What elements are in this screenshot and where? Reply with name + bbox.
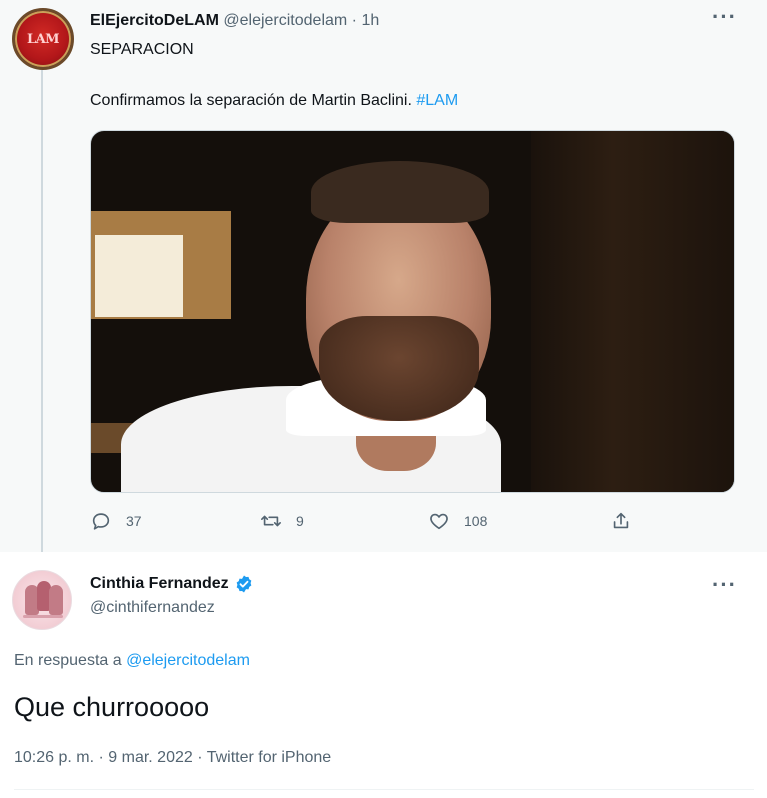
avatar-figure <box>49 585 63 615</box>
verified-badge-icon <box>236 575 252 593</box>
author-name[interactable]: Cinthia Fernandez <box>90 575 229 593</box>
header-separator: · <box>347 12 362 29</box>
like-count: 108 <box>464 513 488 529</box>
photo-person-beard <box>319 316 479 421</box>
author-name-row: Cinthia Fernandez <box>90 574 254 594</box>
tweet-timestamp[interactable]: 10:26 p. m. · 9 mar. 2022 · Twitter for … <box>14 749 331 767</box>
reply-tweet[interactable]: Cinthia Fernandez @cinthifernandez ··· E… <box>0 552 767 798</box>
parent-tweet[interactable]: LAM ElEjercitoDeLAM @elejercitodelam · 1… <box>0 0 767 570</box>
reply-context: En respuesta a @elejercitodelam <box>14 652 250 670</box>
reply-to-link[interactable]: @elejercitodelam <box>126 652 250 669</box>
tweet-actions-bar: 37 9 108 <box>90 510 650 538</box>
divider <box>14 789 754 790</box>
tweet-heading: SEPARACION <box>90 41 194 58</box>
heart-icon <box>430 513 448 530</box>
hashtag-link[interactable]: #LAM <box>416 92 458 109</box>
tweet-photo[interactable] <box>90 130 735 493</box>
tweet-body-text: Confirmamos la separación de Martin Bacl… <box>90 92 417 109</box>
photo-person-hair <box>311 161 489 223</box>
photo-background-lightbox <box>95 235 183 317</box>
author-name[interactable]: ElEjercitoDeLAM <box>90 12 219 29</box>
tweet-text: Confirmamos la separación de Martin Bacl… <box>90 92 458 110</box>
share-button[interactable] <box>610 510 646 532</box>
avatar-elejercitodelam[interactable]: LAM <box>12 8 74 70</box>
more-options-icon[interactable]: ··· <box>712 574 737 596</box>
reply-icon <box>92 513 110 530</box>
thread-connector-line <box>41 70 43 570</box>
reply-prefix: En respuesta a <box>14 652 127 669</box>
retweet-count: 9 <box>296 513 304 529</box>
avatar-script-mark <box>23 615 63 618</box>
tweet-text: Que churrooooo <box>14 692 210 722</box>
share-icon <box>613 512 629 529</box>
more-options-icon[interactable]: ··· <box>712 6 737 28</box>
tweet-header: ElEjercitoDeLAM @elejercitodelam · 1h <box>90 12 379 30</box>
like-button[interactable]: 108 <box>428 510 487 532</box>
retweet-icon <box>261 515 281 527</box>
photo-background-wall <box>531 131 734 492</box>
avatar-logo-text: LAM <box>26 31 60 47</box>
author-handle[interactable]: @cinthifernandez <box>90 599 215 617</box>
reply-button[interactable]: 37 <box>90 510 142 532</box>
retweet-button[interactable]: 9 <box>260 510 304 532</box>
tweet-time[interactable]: 1h <box>361 12 379 29</box>
avatar-cinthifernandez[interactable] <box>12 570 72 630</box>
author-handle[interactable]: @elejercitodelam <box>223 12 347 29</box>
reply-count: 37 <box>126 513 142 529</box>
